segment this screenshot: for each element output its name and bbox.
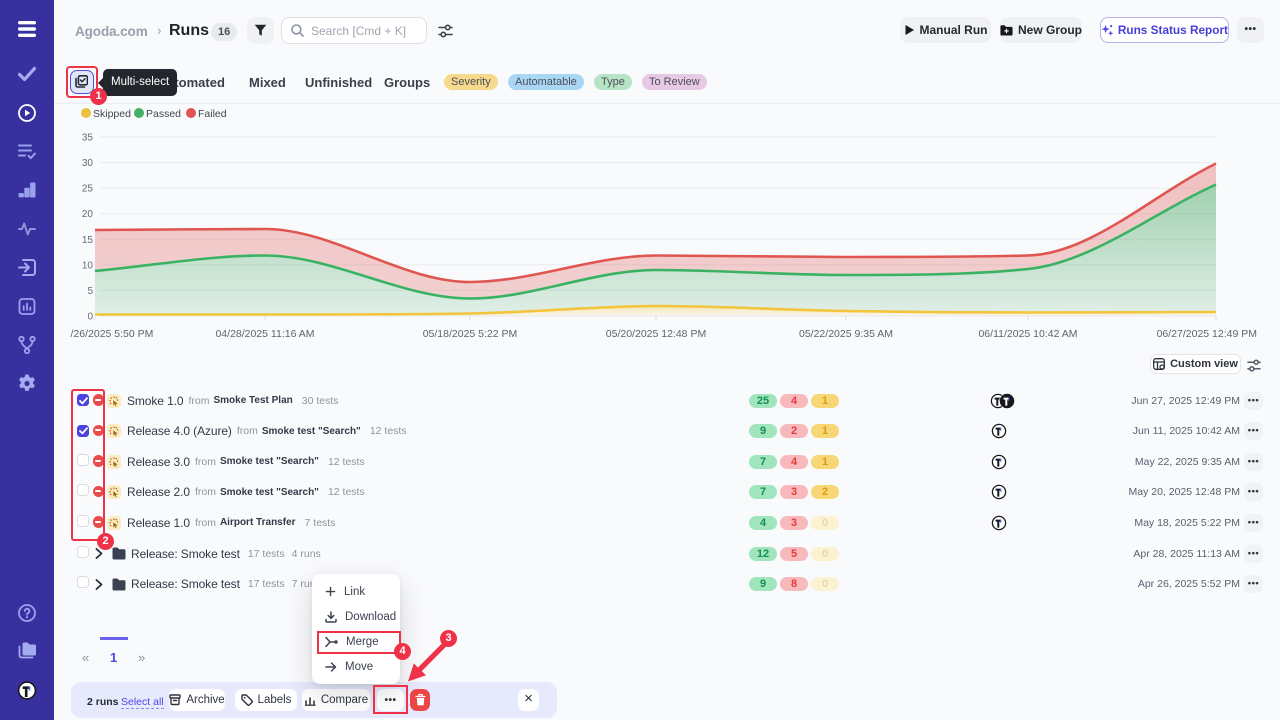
svg-text:Skipped: Skipped: [93, 108, 131, 120]
svg-text:04/28/2025 11:16 AM: 04/28/2025 11:16 AM: [215, 328, 314, 340]
svg-text:10: 10: [82, 260, 94, 271]
svg-text:35: 35: [82, 133, 94, 144]
svg-text:30: 30: [82, 158, 94, 169]
svg-text:20: 20: [82, 209, 94, 220]
svg-text:25: 25: [82, 184, 94, 195]
svg-text:Passed: Passed: [146, 108, 181, 120]
svg-text:05/22/2025 9:35 AM: 05/22/2025 9:35 AM: [799, 328, 893, 340]
svg-text:/26/2025 5:50 PM: /26/2025 5:50 PM: [71, 328, 154, 340]
svg-text:06/27/2025 12:49 PM: 06/27/2025 12:49 PM: [1157, 328, 1257, 340]
svg-text:5: 5: [87, 286, 93, 297]
svg-text:15: 15: [82, 235, 94, 246]
svg-text:05/20/2025 12:48 PM: 05/20/2025 12:48 PM: [606, 328, 706, 340]
svg-text:06/11/2025 10:42 AM: 06/11/2025 10:42 AM: [978, 328, 1077, 340]
svg-text:05/18/2025 5:22 PM: 05/18/2025 5:22 PM: [423, 328, 518, 340]
svg-text:0: 0: [87, 312, 93, 323]
svg-text:Failed: Failed: [198, 108, 227, 120]
